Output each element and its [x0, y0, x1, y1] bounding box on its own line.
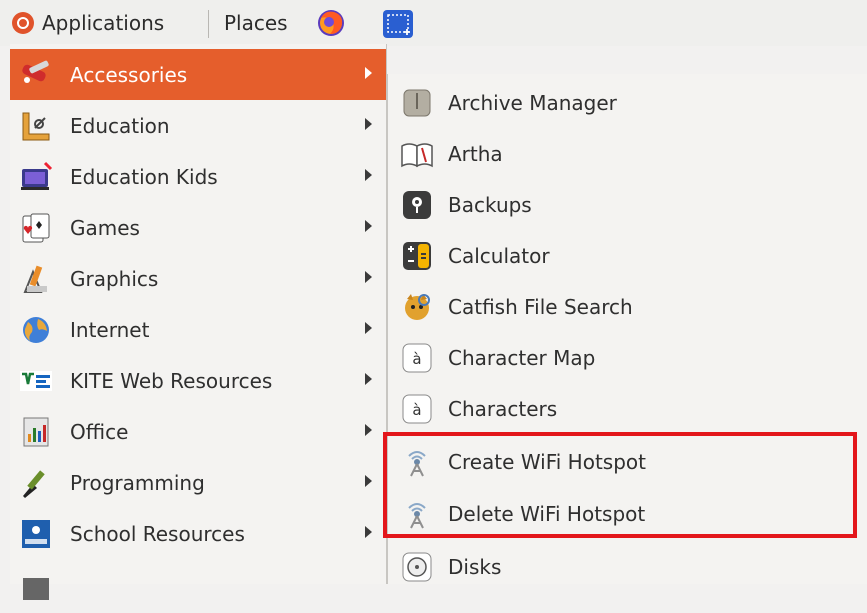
menu-item-label: Education Kids — [70, 164, 218, 189]
menu-item-office[interactable]: Office — [10, 406, 386, 457]
catfish-icon — [400, 290, 434, 324]
top-panel: Applications Places — [0, 0, 867, 46]
backups-icon — [400, 188, 434, 222]
submenu-arrow-icon — [365, 67, 372, 79]
kite-icon — [18, 363, 54, 399]
menu-item-education-kids[interactable]: Education Kids — [10, 151, 386, 202]
applications-label: Applications — [42, 11, 165, 35]
places-menu-button[interactable]: Places — [212, 8, 308, 38]
screenshot-selection-icon[interactable] — [380, 8, 416, 40]
menu-item-label: School Resources — [70, 521, 245, 546]
menu-item-partial[interactable] — [10, 562, 386, 613]
char-glyph: à — [412, 401, 421, 419]
menu-item-programming[interactable]: Programming — [10, 457, 386, 508]
submenu-item-label: Characters — [448, 396, 558, 421]
ubuntu-logo-icon — [12, 12, 34, 34]
menu-item-label: Office — [70, 419, 129, 444]
menu-item-label: Games — [70, 215, 140, 240]
education-kids-icon — [18, 159, 54, 195]
menu-item-internet[interactable]: Internet — [10, 304, 386, 355]
char-glyph: à — [412, 350, 421, 368]
education-icon — [18, 108, 54, 144]
school-icon — [18, 516, 54, 552]
wifi-hotspot-icon — [400, 497, 434, 531]
submenu-item-label: Create WiFi Hotspot — [448, 449, 646, 474]
submenu-item-label: Catfish File Search — [448, 294, 633, 319]
submenu-item-label: Backups — [448, 192, 532, 217]
submenu-item-label: Archive Manager — [448, 90, 617, 115]
submenu-item-label: Artha — [448, 141, 503, 166]
menu-item-label: Education — [70, 113, 170, 138]
applications-menu-button[interactable]: Applications — [12, 8, 210, 38]
submenu-item-label: Disks — [448, 554, 502, 579]
submenu-item-label: Character Map — [448, 345, 596, 370]
submenu-item-character-map[interactable]: à Character Map — [388, 332, 867, 383]
firefox-icon[interactable] — [316, 8, 346, 38]
wifi-hotspot-icon — [400, 445, 434, 479]
submenu-arrow-icon — [365, 526, 372, 538]
submenu-item-disks[interactable]: Disks — [388, 541, 867, 592]
menu-item-label: Accessories — [70, 62, 188, 87]
panel-separator — [208, 10, 209, 38]
submenu-arrow-icon — [365, 118, 372, 130]
places-label: Places — [224, 11, 288, 35]
submenu-arrow-icon — [365, 169, 372, 181]
games-icon — [18, 210, 54, 246]
submenu-item-label: Calculator — [448, 243, 550, 268]
submenu-item-characters[interactable]: à Characters — [388, 383, 867, 434]
office-icon — [18, 414, 54, 450]
menu-item-label: Internet — [70, 317, 150, 342]
submenu-arrow-icon — [365, 271, 372, 283]
submenu-item-artha[interactable]: Artha — [388, 128, 867, 179]
menu-item-school-resources[interactable]: School Resources — [10, 508, 386, 559]
submenu-arrow-icon — [365, 475, 372, 487]
book-icon — [400, 137, 434, 171]
submenu-item-catfish-file-search[interactable]: Catfish File Search — [388, 281, 867, 332]
submenu-arrow-icon — [365, 220, 372, 232]
applications-menu: Accessories Education Education Kids Gam… — [10, 44, 387, 600]
menu-item-accessories[interactable]: Accessories — [10, 49, 386, 100]
characters-icon: à — [400, 392, 434, 426]
accessories-submenu: Archive Manager Artha Backups Calculator… — [387, 74, 867, 584]
menu-item-kite-web-resources[interactable]: KITE Web Resources — [10, 355, 386, 406]
programming-icon — [18, 465, 54, 501]
submenu-item-calculator[interactable]: Calculator — [388, 230, 867, 281]
character-map-icon: à — [400, 341, 434, 375]
disks-icon — [400, 550, 434, 584]
accessories-icon — [18, 57, 54, 93]
menu-item-games[interactable]: Games — [10, 202, 386, 253]
menu-item-graphics[interactable]: Graphics — [10, 253, 386, 304]
submenu-arrow-icon — [365, 373, 372, 385]
menu-item-label: Graphics — [70, 266, 159, 291]
menu-item-education[interactable]: Education — [10, 100, 386, 151]
submenu-arrow-icon — [365, 424, 372, 436]
submenu-item-delete-wifi-hotspot[interactable]: Delete WiFi Hotspot — [388, 488, 867, 539]
calculator-icon — [400, 239, 434, 273]
submenu-item-backups[interactable]: Backups — [388, 179, 867, 230]
menu-item-label: Programming — [70, 470, 205, 495]
internet-globe-icon — [18, 312, 54, 348]
archive-icon — [400, 86, 434, 120]
submenu-item-archive-manager[interactable]: Archive Manager — [388, 77, 867, 128]
menu-item-label: KITE Web Resources — [70, 368, 273, 393]
sound-video-icon — [18, 570, 54, 606]
submenu-item-label: Delete WiFi Hotspot — [448, 501, 646, 526]
graphics-icon — [18, 261, 54, 297]
submenu-item-create-wifi-hotspot[interactable]: Create WiFi Hotspot — [388, 436, 867, 487]
submenu-arrow-icon — [365, 322, 372, 334]
